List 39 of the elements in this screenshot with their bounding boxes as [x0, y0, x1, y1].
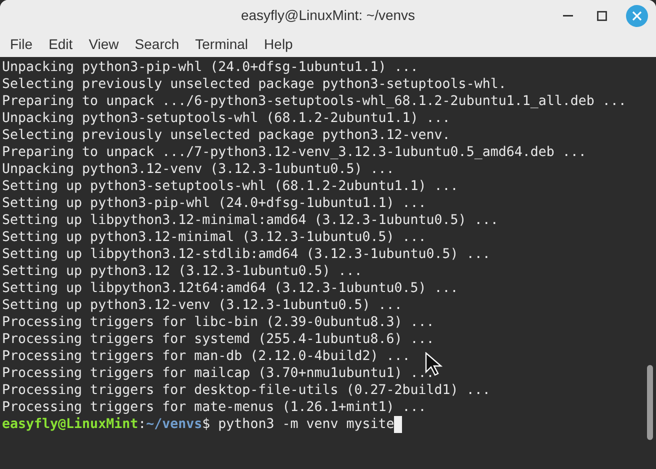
terminal-output-line: Setting up python3.12 (3.12.3-1ubuntu0.5) ... [2, 263, 362, 280]
terminal-output-line: Unpacking python3-setuptools-whl (68.1.2-2ubuntu1.1) ... [2, 110, 450, 127]
terminal-output-line: Preparing to unpack .../7-python3.12-venv_3.12.3-1ubuntu0.5_amd64.deb ... [2, 144, 586, 161]
terminal-output-line: Selecting previously unselected package python3.12-venv. [2, 127, 450, 144]
prompt-path: ~/venvs [146, 416, 202, 433]
terminal-output-line: Processing triggers for mailcap (3.70+nmu1ubuntu1) ... [2, 365, 434, 382]
menu-item[interactable]: Terminal [187, 32, 256, 56]
terminal-output-line: Processing triggers for mate-menus (1.26.1+mint1) ... [2, 399, 426, 416]
terminal-output-line: Setting up python3.12-minimal (3.12.3-1ubuntu0.5) ... [2, 229, 426, 246]
prompt-separator: : [138, 416, 146, 433]
mouse-pointer-icon [425, 352, 443, 376]
terminal-output-line: Setting up libpython3.12-minimal:amd64 (3.12.3-1ubuntu0.5) ... [2, 212, 498, 229]
close-icon [632, 11, 642, 21]
terminal-output-line: Processing triggers for libc-bin (2.39-0ubuntu8.3) ... [2, 314, 434, 331]
terminal-output-line: Setting up python3-pip-whl (24.0+dfsg-1ubuntu1.1) ... [2, 195, 426, 212]
menu-item[interactable]: Search [126, 32, 188, 56]
terminal-output-line: Setting up libpython3.12t64:amd64 (3.12.3-1ubuntu0.5) ... [2, 280, 458, 297]
window-title: easyfly@LinuxMint: ~/venvs [240, 6, 416, 25]
prompt-user-host: easyfly@LinuxMint [2, 416, 138, 433]
terminal-output-line: Setting up libpython3.12-stdlib:amd64 (3.12.3-1ubuntu0.5) ... [2, 246, 490, 263]
command-text: $ python3 -m venv mysite [202, 416, 394, 433]
terminal-output-line: Processing triggers for systemd (255.4-1ubuntu8.6) ... [2, 331, 434, 348]
terminal-output-line: Setting up python3-setuptools-whl (68.1.2-2ubuntu1.1) ... [2, 178, 458, 195]
terminal-output-line: Processing triggers for desktop-file-utils (0.27-2build1) ... [2, 382, 490, 399]
terminal-output-line: Setting up python3.12-venv (3.12.3-1ubuntu0.5) ... [2, 297, 402, 314]
text-cursor [394, 416, 402, 433]
menu-item[interactable]: Edit [40, 32, 81, 56]
terminal-output-line: Selecting previously unselected package python3-setuptools-whl. [2, 76, 506, 93]
terminal-output-line: Processing triggers for man-db (2.12.0-4build2) ... [2, 348, 410, 365]
menu-item[interactable]: View [80, 32, 127, 56]
menu-item[interactable]: Help [256, 32, 301, 56]
minimize-icon [563, 15, 573, 17]
scrollbar-thumb[interactable] [647, 365, 653, 440]
close-button[interactable] [626, 5, 648, 27]
terminal-output-line: Preparing to unpack .../6-python3-setuptools-whl_68.1.2-2ubuntu1.1_all.deb ... [2, 93, 626, 110]
maximize-icon [597, 11, 607, 21]
terminal-output-line: Unpacking python3-pip-whl (24.0+dfsg-1ubuntu1.1) ... [2, 59, 418, 76]
terminal-output-line: Unpacking python3.12-venv (3.12.3-1ubuntu0.5) ... [2, 161, 394, 178]
menu-item[interactable]: File [2, 32, 41, 56]
